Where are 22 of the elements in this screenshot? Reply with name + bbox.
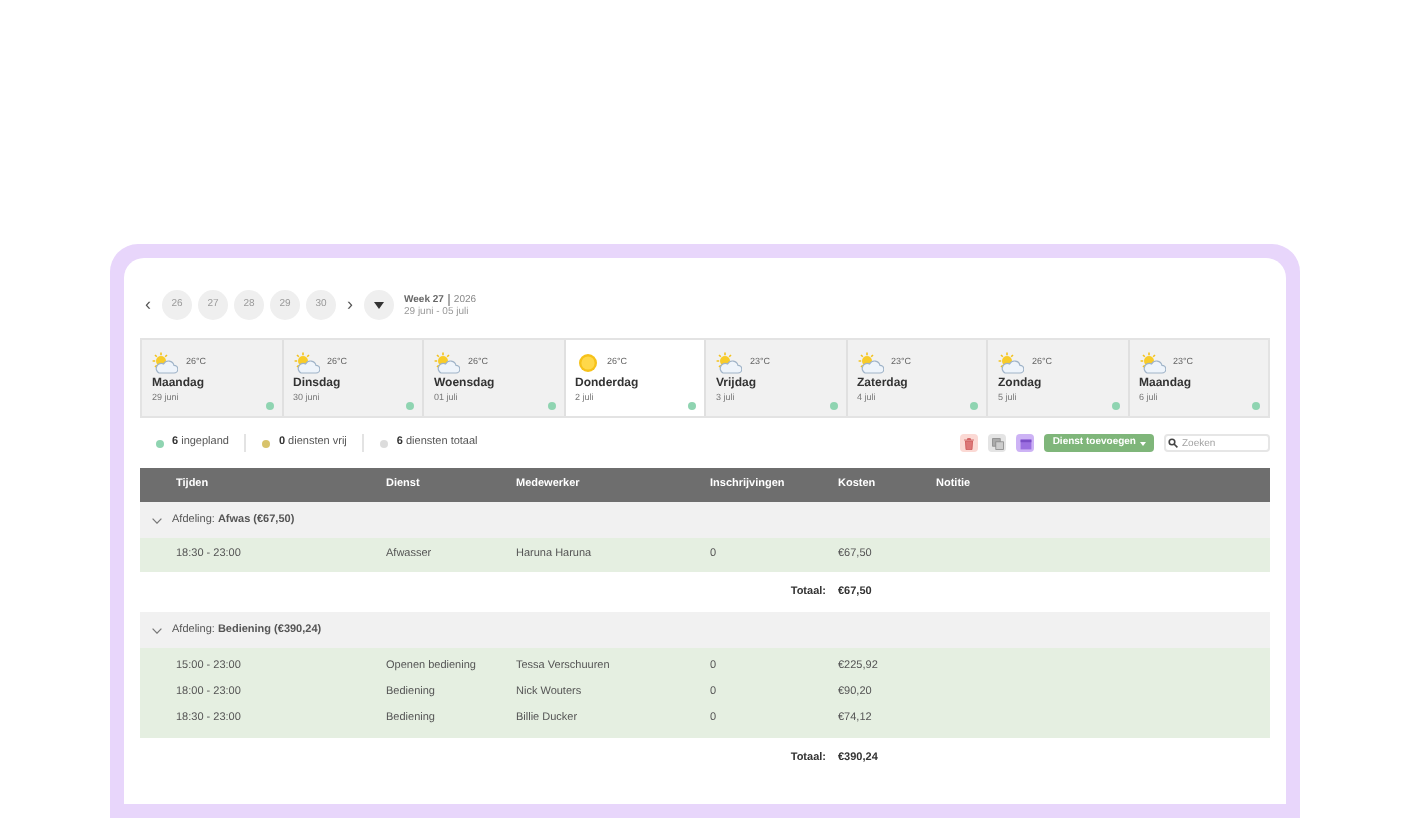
dropdown-button[interactable] <box>364 290 394 320</box>
delete-button[interactable] <box>960 434 979 452</box>
caret-icon <box>374 301 384 309</box>
trash-icon <box>964 437 975 449</box>
sun-cloud-icon <box>152 352 178 374</box>
sun-cloud-icon <box>716 352 742 374</box>
sun-cloud-icon <box>434 352 460 374</box>
calendar-icon <box>1019 437 1032 449</box>
next-button[interactable]: › <box>342 296 358 314</box>
sun-cloud-icon <box>293 352 319 374</box>
sun-cloud-icon <box>857 352 883 374</box>
copy-icon <box>991 437 1004 449</box>
sun-icon <box>575 352 599 374</box>
calendar-button[interactable] <box>1016 434 1035 452</box>
chevron-down-icon <box>152 517 162 523</box>
search-icon <box>1168 438 1178 448</box>
previous-button[interactable]: ‹ <box>140 296 156 314</box>
copy-button[interactable] <box>988 434 1007 452</box>
caret-icon <box>1140 441 1146 445</box>
sun-cloud-icon <box>1139 352 1165 374</box>
sun-cloud-icon <box>998 352 1024 374</box>
chevron-down-icon <box>152 627 162 633</box>
